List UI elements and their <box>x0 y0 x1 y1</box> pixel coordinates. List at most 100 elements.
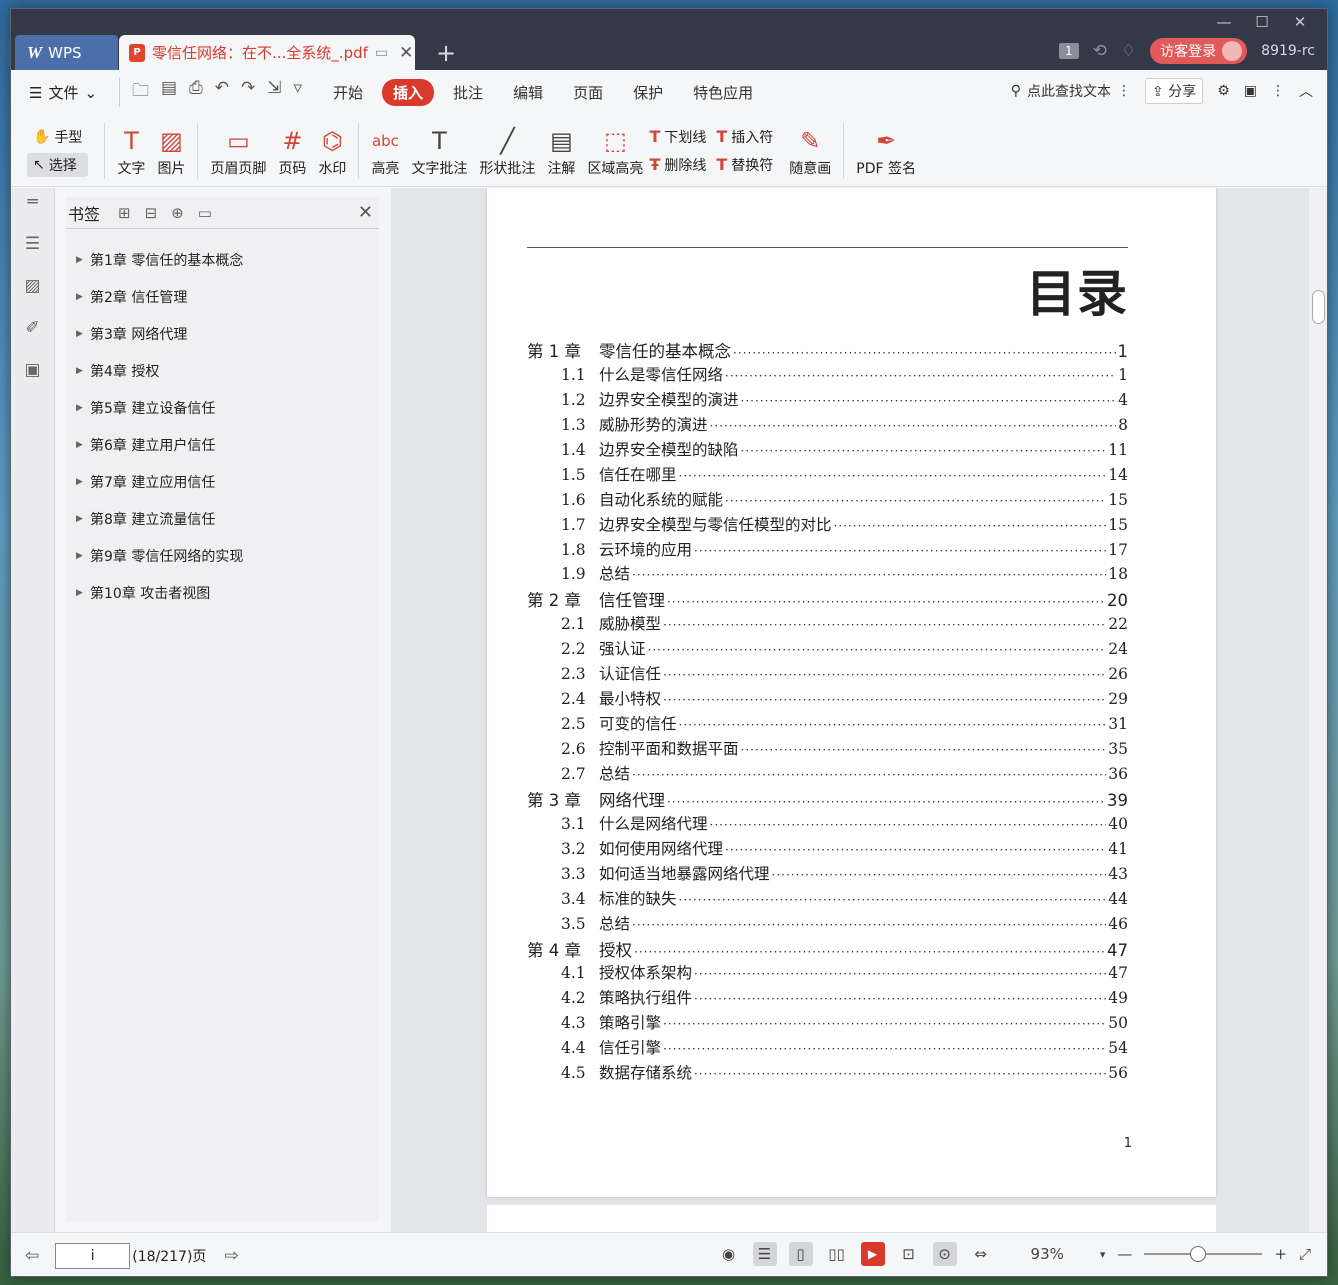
underline-button[interactable]: T 下划线 <box>649 127 706 147</box>
zoom-slider[interactable] <box>1144 1246 1263 1262</box>
tab-page[interactable]: 页面 <box>562 79 614 106</box>
text-note-button[interactable]: T 文字批注 <box>405 124 473 178</box>
tab-protect[interactable]: 保护 <box>622 79 674 106</box>
strikeout-button[interactable]: Ŧ 删除线 <box>649 155 706 175</box>
expand-arrow-icon[interactable]: ▶ <box>76 292 90 302</box>
print-icon[interactable]: ⎙ <box>189 78 203 107</box>
toc-chapter-row[interactable]: 第 2 章信任管理 20 <box>527 587 1128 612</box>
fit-page-icon[interactable]: ⊙ <box>932 1242 957 1266</box>
bookmark-item[interactable]: ▶ 第2章 信任管理 <box>66 278 379 315</box>
toc-section-row[interactable]: 1.5 信任在哪里 14 <box>527 463 1128 488</box>
new-tab-button[interactable]: + <box>436 39 456 67</box>
page-count-badge[interactable]: 1 <box>1059 43 1079 59</box>
toc-chapter-row[interactable]: 第 3 章网络代理 39 <box>527 787 1128 812</box>
toc-section-row[interactable]: 4.1 授权体系架构 47 <box>527 961 1128 986</box>
bookmark-item[interactable]: ▶ 第4章 授权 <box>66 352 379 389</box>
toc-chapter-row[interactable]: 第 4 章授权 47 <box>527 937 1128 962</box>
toc-section-row[interactable]: 4.4 信任引擎 54 <box>527 1036 1128 1061</box>
play-slideshow-icon[interactable]: ▶ <box>860 1242 885 1266</box>
expand-arrow-icon[interactable]: ▶ <box>76 366 90 376</box>
pdf-sign-button[interactable]: ✒ PDF 签名 <box>850 124 922 178</box>
toc-section-row[interactable]: 2.2 强认证 24 <box>527 637 1128 662</box>
more-dropdown-icon[interactable]: ▿ <box>293 78 302 107</box>
header-footer-button[interactable]: ▭ 页眉页脚 <box>204 124 272 178</box>
tab-insert[interactable]: 插入 <box>382 79 435 106</box>
document-viewport[interactable]: 目录 第 1 章零信任的基本概念 1 1.1 什么是零信任网络 1 1.2 边界安全模型的演… <box>391 188 1311 1232</box>
bookmark-item[interactable]: ▶ 第10章 攻击者视图 <box>66 574 379 611</box>
bookmark-item[interactable]: ▶ 第9章 零信任网络的实现 <box>66 537 379 574</box>
bookmark-item[interactable]: ▶ 第1章 零信任的基本概念 <box>66 241 379 278</box>
search-button[interactable]: ⚲ 点此查找文本 ⋮ <box>1011 81 1131 101</box>
share-button[interactable]: ⇪ 分享 <box>1145 78 1204 104</box>
expand-arrow-icon[interactable]: ▶ <box>76 551 90 561</box>
tab-close-icon[interactable]: ✕ <box>399 43 413 63</box>
more-menu-icon[interactable]: ⋮ <box>1271 83 1285 99</box>
minimize-icon[interactable]: — <box>1205 11 1243 33</box>
next-page-icon[interactable]: ⇨ <box>224 1246 238 1266</box>
toc-section-row[interactable]: 2.6 控制平面和数据平面 35 <box>527 737 1128 762</box>
bookmark-item[interactable]: ▶ 第8章 建立流量信任 <box>66 500 379 537</box>
collapse-ribbon-icon[interactable]: ︿ <box>1299 81 1313 101</box>
tab-wps-home[interactable]: W WPS <box>15 35 118 70</box>
toc-section-row[interactable]: 1.7 边界安全模型与零信任模型的对比 15 <box>527 513 1128 538</box>
toc-section-row[interactable]: 4.5 数据存储系统 56 <box>527 1061 1128 1086</box>
bookmark-item[interactable]: ▶ 第5章 建立设备信任 <box>66 389 379 426</box>
toc-chapter-row[interactable]: 第 1 章零信任的基本概念 1 <box>527 338 1128 363</box>
thumbnail-icon[interactable]: ▨ <box>11 276 54 296</box>
toc-section-row[interactable]: 1.9 总结 18 <box>527 562 1128 587</box>
zoom-in-icon[interactable]: + <box>1274 1245 1287 1263</box>
expand-arrow-icon[interactable]: ▶ <box>76 440 90 450</box>
expand-arrow-icon[interactable]: ▶ <box>76 403 90 413</box>
highlight-button[interactable]: abc 高亮 <box>365 124 405 178</box>
watermark-button[interactable]: ⌬ 水印 <box>312 124 352 178</box>
prev-page-icon[interactable]: ⇦ <box>25 1246 39 1266</box>
single-page-icon[interactable]: ▯ <box>788 1242 813 1266</box>
page-number-button[interactable]: # 页码 <box>272 124 312 178</box>
area-highlight-button[interactable]: ⬚ 区域高亮 <box>581 124 649 178</box>
vertical-scrollbar[interactable] <box>1309 188 1327 1232</box>
bookmark-item[interactable]: ▶ 第6章 建立用户信任 <box>66 426 379 463</box>
toc-section-row[interactable]: 1.2 边界安全模型的演进 4 <box>527 388 1128 413</box>
eye-protect-icon[interactable]: ◉ <box>717 1242 741 1266</box>
expand-arrow-icon[interactable]: ▶ <box>76 477 90 487</box>
open-folder-icon[interactable]: 🗀 <box>132 78 149 107</box>
zoom-slider-knob[interactable] <box>1190 1246 1207 1262</box>
toc-section-row[interactable]: 2.1 威胁模型 22 <box>527 612 1128 637</box>
annotation-panel-icon[interactable]: ✐ <box>11 318 54 338</box>
save-icon[interactable]: ▤ <box>161 78 177 107</box>
fit-width-icon[interactable]: ⇔ <box>969 1242 993 1266</box>
monitor-icon[interactable]: ▭ <box>375 45 388 61</box>
page-number-input[interactable]: i <box>55 1242 131 1269</box>
zoom-dropdown-icon[interactable]: ▾ <box>1100 1248 1106 1261</box>
bookmark-item[interactable]: ▶ 第3章 网络代理 <box>66 315 379 352</box>
comment-icon[interactable]: ▣ <box>1244 83 1257 99</box>
insert-text-button[interactable]: T 文字 <box>111 124 151 178</box>
add-bookmark-icon[interactable]: ⊕ <box>171 204 184 222</box>
toc-section-row[interactable]: 3.5 总结 46 <box>527 912 1128 937</box>
tab-edit[interactable]: 编辑 <box>502 79 554 106</box>
toc-section-row[interactable]: 1.8 云环境的应用 17 <box>527 538 1128 563</box>
file-menu[interactable]: ☰ 文件 ⌄ <box>29 82 97 103</box>
redo-icon[interactable]: ↷ <box>241 78 255 107</box>
toc-section-row[interactable]: 1.1 什么是零信任网络 1 <box>527 363 1128 388</box>
close-icon[interactable]: ✕ <box>1281 11 1319 33</box>
toc-section-row[interactable]: 3.1 什么是网络代理 40 <box>527 812 1128 837</box>
continuous-view-icon[interactable]: ☰ <box>752 1242 777 1266</box>
delete-bookmark-icon[interactable]: ▭ <box>198 204 212 222</box>
insert-image-button[interactable]: ▨ 图片 <box>151 124 191 178</box>
scrollbar-thumb[interactable] <box>1312 290 1325 324</box>
close-panel-icon[interactable]: ✕ <box>358 202 373 223</box>
hand-tool-button[interactable]: ✋ 手型 <box>27 125 88 149</box>
toc-section-row[interactable]: 4.3 策略引擎 50 <box>527 1011 1128 1036</box>
expand-all-icon[interactable]: ⊞ <box>118 204 131 222</box>
toc-section-row[interactable]: 2.7 总结 36 <box>527 762 1128 787</box>
bookmark-panel-icon[interactable]: ☰ <box>11 234 54 254</box>
actual-size-icon[interactable]: ⊡ <box>897 1242 921 1266</box>
signature-panel-icon[interactable]: ▣ <box>11 360 54 380</box>
select-tool-button[interactable]: ↖ 选择 <box>27 152 89 177</box>
tab-annotate[interactable]: 批注 <box>442 79 494 106</box>
undo-icon[interactable]: ↶ <box>215 78 229 107</box>
toc-section-row[interactable]: 2.3 认证信任 26 <box>527 662 1128 687</box>
expand-arrow-icon[interactable]: ▶ <box>76 329 90 339</box>
collapse-all-icon[interactable]: ⊟ <box>145 204 158 222</box>
